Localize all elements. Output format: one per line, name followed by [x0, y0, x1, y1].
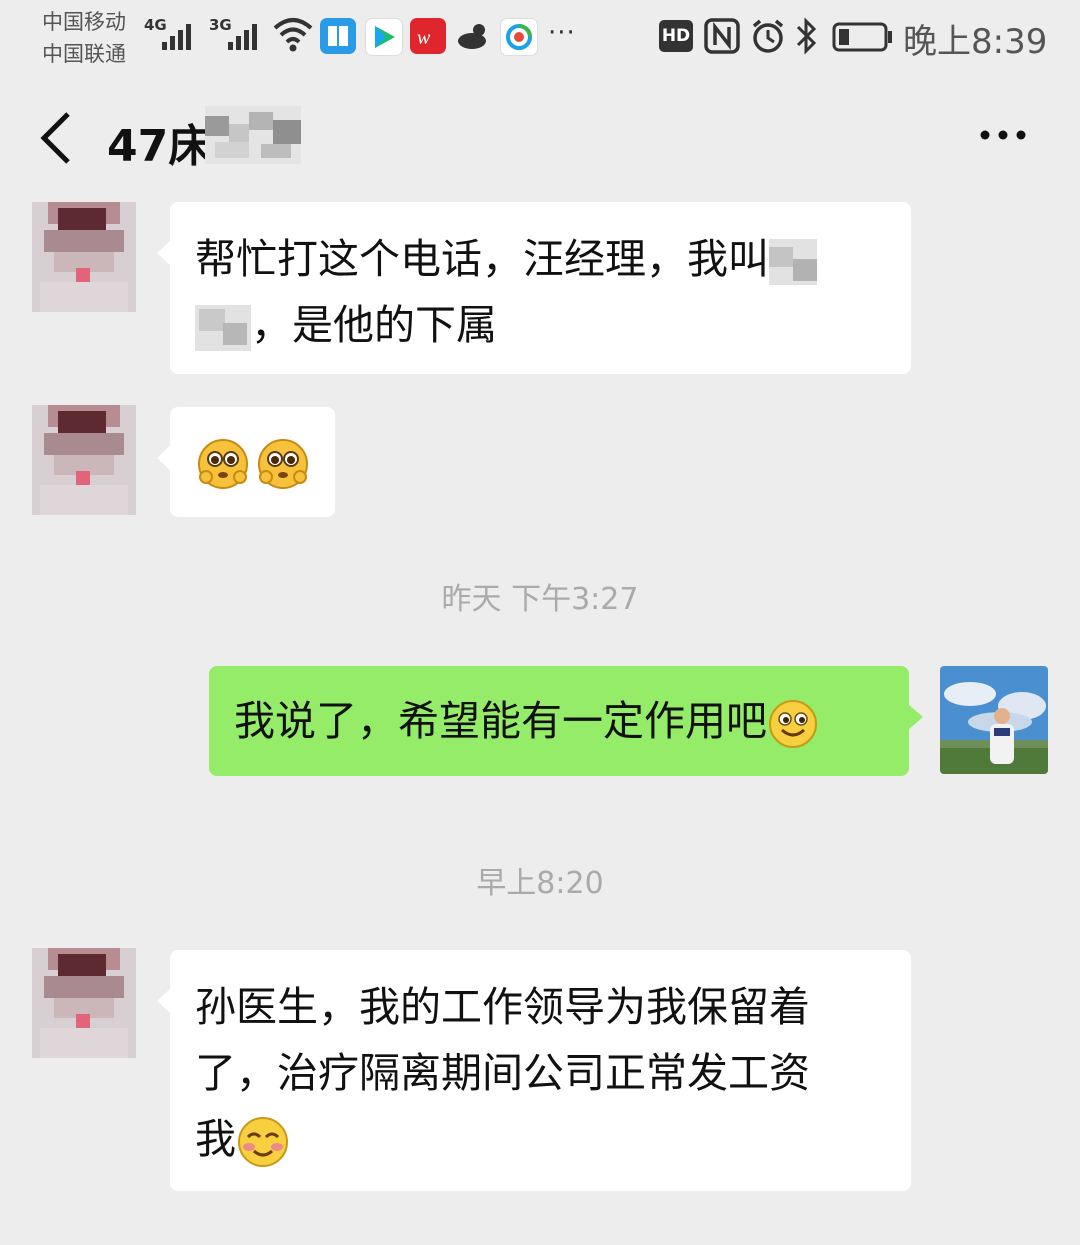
carrier-2: 中国联通: [42, 42, 126, 66]
alarm-icon: [752, 19, 784, 53]
self-avatar[interactable]: [940, 666, 1048, 774]
chat-title: 47床: [107, 121, 213, 172]
news-app-icon: [500, 18, 538, 56]
bubble-tail: [908, 704, 923, 730]
bluetooth-icon: [796, 17, 817, 55]
signal-strength-icon-2: [228, 24, 257, 50]
contact-avatar[interactable]: [32, 405, 136, 515]
chat-header: 47床: [0, 80, 1080, 200]
nfc-icon: [704, 18, 740, 54]
bubble-tail: [157, 988, 171, 1014]
battery-icon: [832, 22, 892, 52]
more-options-icon[interactable]: [978, 120, 1028, 150]
redacted-name-mosaic: [205, 106, 301, 164]
wps-app-icon: w: [410, 18, 446, 54]
message-timestamp: 早上8:20: [476, 866, 604, 901]
contact-avatar[interactable]: [32, 948, 136, 1058]
wifi-icon: [273, 18, 313, 52]
contact-avatar[interactable]: [32, 202, 136, 312]
message-bubble-received[interactable]: 孙医生，我的工作领导为我保留着 了，治疗隔离期间公司正常发工资 我: [157, 950, 911, 1191]
message-timestamp: 昨天 下午3:27: [441, 582, 639, 617]
signal-strength-icon-1: [162, 24, 191, 50]
redacted-text-mosaic: [195, 305, 251, 351]
bubble-tail: [157, 445, 171, 471]
blushing-smile-emoji: [238, 1117, 288, 1167]
message-text: 我说了，希望能有一定作用吧: [234, 697, 767, 745]
back-arrow-icon[interactable]: [36, 110, 76, 166]
message-text: 帮忙打这个电话，汪经理，我叫 ，是他的下属: [195, 226, 889, 358]
clock: 晚上8:39: [903, 22, 1048, 62]
message-text: 孙医生，我的工作领导为我保留着 了，治疗隔离期间公司正常发工资 我: [195, 974, 889, 1172]
weather-icon: [458, 24, 486, 49]
message-text-line: 了，治疗隔离期间公司正常发工资: [195, 1049, 810, 1097]
bubble-tail: [157, 240, 171, 266]
redacted-text-mosaic: [769, 239, 817, 285]
message-text-line: 我: [195, 1115, 236, 1163]
message-text-line: 孙医生，我的工作领导为我保留着: [195, 983, 810, 1031]
svg-text:w: w: [417, 27, 431, 49]
message-text-line: 帮忙打这个电话，汪经理，我叫: [195, 235, 769, 283]
message-bubble-received[interactable]: 帮忙打这个电话，汪经理，我叫 ，是他的下属: [157, 202, 911, 374]
carrier-info: 中国移动 中国联通: [42, 6, 126, 70]
more-notifications-icon: ···: [548, 18, 576, 48]
video-app-icon: [365, 18, 403, 56]
pleading-face-emoji: [198, 439, 308, 489]
message-bubble-sent[interactable]: 我说了，希望能有一定作用吧: [209, 666, 923, 776]
wechat-chat-screen: 中国移动 中国联通 4G 3G w ··· HD 晚上8:39 47床 帮忙打这…: [0, 0, 1080, 1245]
carrier-1: 中国移动: [42, 10, 126, 34]
message-text-line: ，是他的下属: [251, 301, 497, 349]
hd-voice-icon: HD: [659, 20, 693, 52]
book-app-icon: [320, 18, 356, 54]
message-bubble-received[interactable]: [157, 407, 335, 517]
status-bar: 中国移动 中国联通 4G 3G w ··· HD 晚上8:39: [0, 0, 1080, 80]
smile-emoji: [769, 700, 817, 748]
